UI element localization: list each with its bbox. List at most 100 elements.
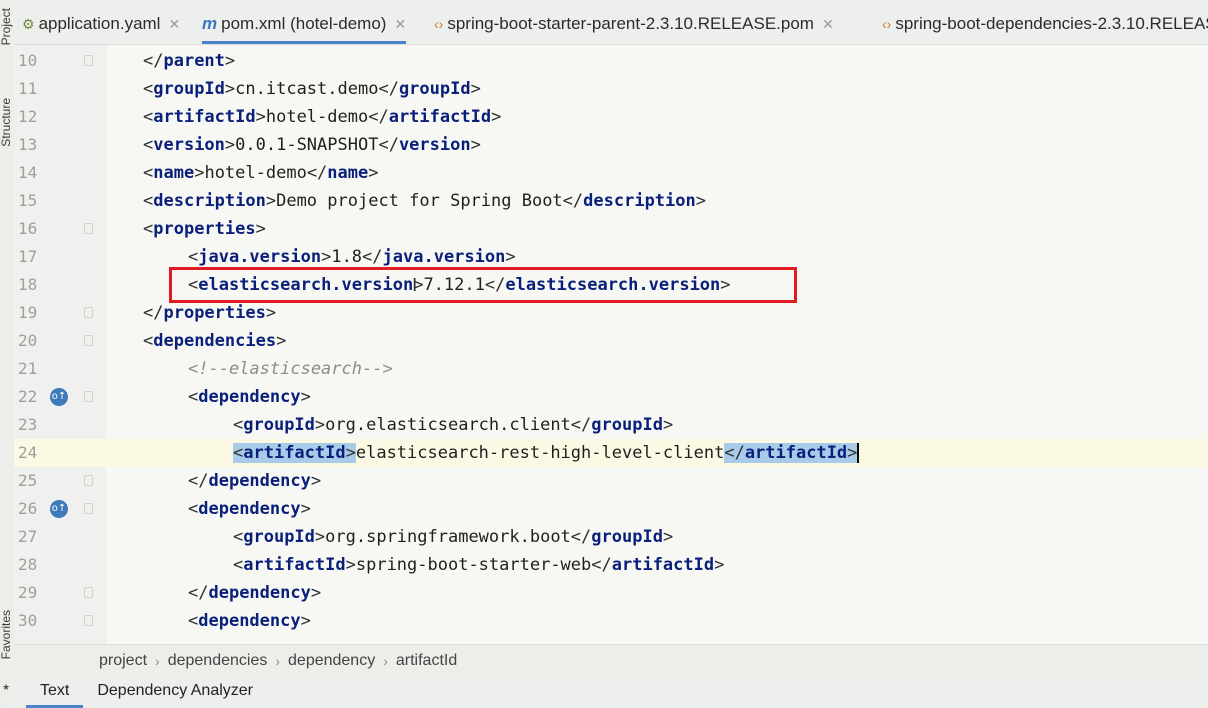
code-text: <version>0.0.1-SNAPSHOT</version> xyxy=(143,131,481,159)
tag-value: cn.itcast.demo xyxy=(235,79,379,99)
xml-tag-token: </ xyxy=(368,107,389,127)
tab-label: spring-boot-dependencies-2.3.10.RELEASE xyxy=(895,14,1208,33)
text-cursor-icon: I xyxy=(412,275,418,296)
xml-tag-token: > xyxy=(695,191,706,211)
xml-tag-token: </ xyxy=(362,247,383,267)
code-line[interactable]: 13 <version>0.0.1-SNAPSHOT</version> xyxy=(14,131,1208,159)
tab-spring-boot-starter-parent-2-3-10-release-pom[interactable]: ‹› spring-boot-starter-parent-2.3.10.RELE… xyxy=(434,14,834,44)
tag-value: Demo project for Spring Boot xyxy=(276,191,563,211)
highlight-annotation-box xyxy=(169,267,797,303)
code-line[interactable]: 15 <description>Demo project for Spring B… xyxy=(14,187,1208,215)
xml-tag-token: artifactId xyxy=(611,555,715,575)
fold-marker-icon[interactable] xyxy=(84,587,93,598)
breadcrumb: project › dependencies › dependency › artifact… xyxy=(14,644,1208,676)
fold-marker-icon[interactable] xyxy=(84,307,93,318)
tab-label: application.yaml xyxy=(38,14,161,33)
line-number: 16 xyxy=(18,219,38,238)
xml-tag-token: > xyxy=(345,555,356,575)
star-icon: ★ xyxy=(2,682,11,692)
tab-label: spring-boot-starter-parent-2.3.10.RELEAS… xyxy=(447,14,814,33)
fold-marker-icon[interactable] xyxy=(84,391,93,402)
code-line[interactable]: 19 </properties> xyxy=(14,299,1208,327)
code-line[interactable]: 14 <name>hotel-demo</name> xyxy=(14,159,1208,187)
breadcrumb-item[interactable]: dependency xyxy=(288,652,375,670)
project-tool-button[interactable]: Project xyxy=(0,8,15,45)
tab-application-yaml[interactable]: ⚙ application.yaml ✕ xyxy=(22,14,180,44)
code-text: <artifactId>spring-boot-starter-web</art… xyxy=(233,551,724,579)
tab-text[interactable]: Text xyxy=(26,676,84,708)
xml-tag-token: groupId xyxy=(591,415,663,435)
code-text: <artifactId>elasticsearch-rest-high-leve… xyxy=(233,439,860,467)
tab-dependency-analyzer[interactable]: Dependency Analyzer xyxy=(83,676,267,708)
fold-marker-icon[interactable] xyxy=(84,503,93,514)
code-line[interactable]: 28 <artifactId>spring-boot-starter-web</a… xyxy=(14,551,1208,579)
code-line[interactable]: 16 <properties> xyxy=(14,215,1208,243)
xml-tag-token: java.version xyxy=(198,247,322,267)
xml-tag-token: </ xyxy=(188,471,209,491)
xml-tag-token: > xyxy=(714,555,725,575)
close-icon[interactable]: ✕ xyxy=(822,14,834,34)
xml-tag-token: > xyxy=(276,331,287,351)
xml-tag-token: groupId xyxy=(591,527,663,547)
code-line[interactable]: 25 </dependency> xyxy=(14,467,1208,495)
xml-tag-token: < xyxy=(188,247,199,267)
xml-tag-token: </ xyxy=(188,583,209,603)
code-line[interactable]: 26 o↑ <dependency> xyxy=(14,495,1208,523)
code-line[interactable]: 20 <dependencies> xyxy=(14,327,1208,355)
tag-value: 1.8 xyxy=(331,247,363,267)
code-text: <groupId>org.elasticsearch.client</group… xyxy=(233,411,673,439)
code-line[interactable]: 11 <groupId>cn.itcast.demo</groupId> xyxy=(14,75,1208,103)
code-line[interactable]: 12 <artifactId>hotel-demo</artifactId> xyxy=(14,103,1208,131)
xml-tag-token: </ xyxy=(570,415,592,435)
tag-value: org.springframework.boot xyxy=(325,527,571,547)
xml-tag-token: properties xyxy=(153,219,256,239)
fold-marker-icon[interactable] xyxy=(84,335,93,346)
xml-tag-token: > xyxy=(662,415,674,435)
line-number: 22 xyxy=(18,387,38,406)
xml-tag-token: version xyxy=(153,135,225,155)
breadcrumb-item[interactable]: artifactId xyxy=(396,652,457,670)
close-icon[interactable]: ✕ xyxy=(168,14,180,34)
tab-pom-xml-hotel-demo[interactable]: m pom.xml (hotel-demo) ✕ xyxy=(202,14,407,44)
code-line[interactable]: 22 o↑ <dependency> xyxy=(14,383,1208,411)
xml-tag-token: > xyxy=(310,471,322,491)
fold-marker-icon[interactable] xyxy=(84,615,93,626)
close-icon[interactable]: ✕ xyxy=(394,14,406,34)
xml-tag-token: dependency xyxy=(208,583,311,603)
line-number: 14 xyxy=(18,163,38,182)
tab-spring-boot-dependencies-2-3-10-release[interactable]: ‹› spring-boot-dependencies-2.3.10.RELEAS… xyxy=(882,14,1208,44)
fold-marker-icon[interactable] xyxy=(84,475,93,486)
code-line[interactable]: 27 <groupId>org.springframework.boot</gro… xyxy=(14,523,1208,551)
code-line[interactable]: 29 </dependency> xyxy=(14,579,1208,607)
line-number: 26 xyxy=(18,499,38,518)
xml-tag-token: > xyxy=(847,443,858,463)
xml-tag-token: > xyxy=(255,107,266,127)
xml-tag-token: description xyxy=(583,191,696,211)
tab-label: pom.xml (hotel-demo) xyxy=(221,14,387,33)
code-editor[interactable]: 10 </parent> 11 <groupId>cn.itcast.demo</gr… xyxy=(14,45,1208,644)
xml-tag-token: > xyxy=(300,387,311,407)
xml-tag-token: dependency xyxy=(198,611,301,631)
fold-marker-icon[interactable] xyxy=(84,55,93,66)
code-text: <artifactId>hotel-demo</artifactId> xyxy=(143,103,501,131)
code-line[interactable]: 30 <dependency> xyxy=(14,607,1208,635)
overrides-dependency-icon[interactable]: o↑ xyxy=(50,500,68,518)
favorites-tool-button[interactable]: Favorites xyxy=(0,610,15,659)
code-text: </dependency> xyxy=(188,467,321,495)
code-line[interactable]: 24 <artifactId>elasticsearch-rest-high-le… xyxy=(14,439,1208,467)
structure-tool-button[interactable]: Structure xyxy=(0,98,15,147)
code-line[interactable]: 10 </parent> xyxy=(14,47,1208,75)
code-line[interactable]: 21 <!--elasticsearch--> xyxy=(14,355,1208,383)
overrides-dependency-icon[interactable]: o↑ xyxy=(50,388,68,406)
breadcrumb-item[interactable]: project xyxy=(99,652,147,670)
line-number: 29 xyxy=(18,583,38,602)
xml-tag-token: < xyxy=(233,415,244,435)
code-line[interactable]: 23 <groupId>org.elasticsearch.client</gro… xyxy=(14,411,1208,439)
xml-tag-token: artifactId xyxy=(744,443,848,463)
xml-tag-token: parent xyxy=(163,51,225,71)
tag-value: org.elasticsearch.client xyxy=(325,415,571,435)
xml-tag-token: artifactId xyxy=(243,555,346,575)
breadcrumb-item[interactable]: dependencies xyxy=(168,652,268,670)
xml-tag-token: dependency xyxy=(198,387,301,407)
fold-marker-icon[interactable] xyxy=(84,223,93,234)
